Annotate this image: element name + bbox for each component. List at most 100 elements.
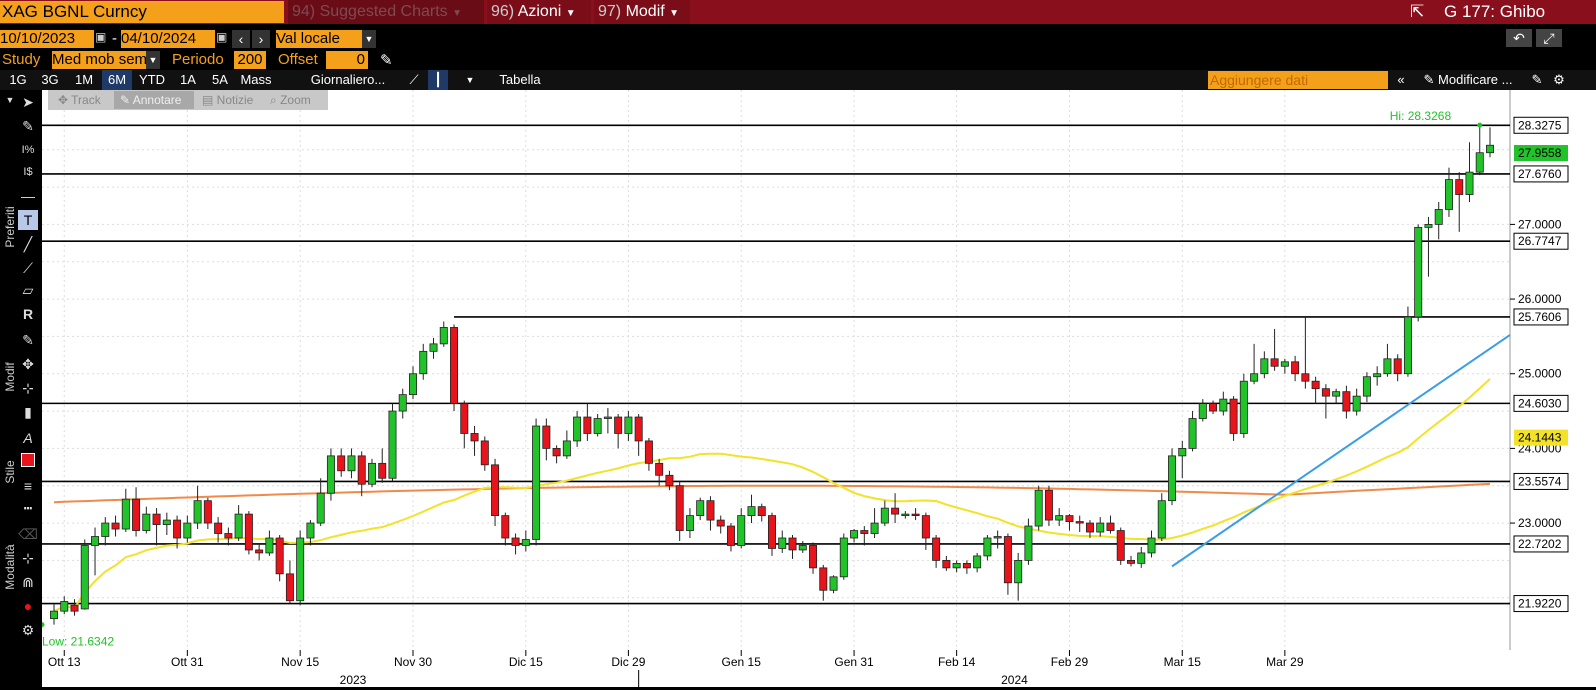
x-tick-label: Feb 29	[1051, 655, 1089, 669]
chevron-down-icon[interactable]: ▼	[462, 70, 478, 90]
range-button-5a[interactable]: 5A	[204, 70, 236, 90]
candle-body	[491, 464, 500, 516]
candle-body	[1486, 144, 1494, 154]
trendline-icon[interactable]: ╱	[18, 234, 38, 254]
candle-body	[1137, 552, 1146, 564]
candle-body	[214, 522, 223, 534]
year-label: 2023	[340, 673, 367, 687]
candle-body	[450, 327, 459, 405]
add-point-icon[interactable]: ⊹	[18, 378, 38, 398]
chevron-down-icon[interactable]: ▼	[146, 51, 160, 69]
candle-body	[911, 513, 920, 517]
pencil-icon[interactable]: ✎	[380, 51, 393, 69]
candle-body	[696, 500, 705, 516]
color-swatch-icon[interactable]	[18, 452, 38, 472]
eraser-icon[interactable]: ⌫	[18, 524, 38, 544]
modify-button[interactable]: ✎ Modificare ...	[1414, 70, 1522, 90]
period-field[interactable]: 200	[234, 51, 266, 69]
y-tick-label: 23.0000	[1518, 516, 1562, 530]
line-weight-icon[interactable]: ≡	[18, 476, 38, 496]
candle-body	[121, 498, 130, 530]
modif-menu[interactable]: 97) Modif ▼	[594, 0, 690, 24]
candle-body	[60, 601, 69, 612]
candle-body	[173, 519, 182, 539]
azioni-menu[interactable]: 96) Azioni ▼	[487, 0, 591, 24]
edit-icon[interactable]: ✎	[1528, 70, 1546, 90]
candle-body	[542, 425, 551, 449]
prev-arrow-icon[interactable]: ‹	[232, 30, 250, 48]
candle-body	[583, 416, 592, 434]
undo-icon[interactable]: ↶	[1506, 29, 1532, 47]
calendar-icon[interactable]: ▣	[216, 30, 227, 44]
price-chart[interactable]: 23.000024.000025.000026.000027.000028.32…	[39, 90, 1596, 687]
line-style-icon[interactable]: ┅	[18, 498, 38, 518]
currency-select[interactable]: Val locale ▼	[276, 30, 376, 48]
study-select[interactable]: Med mob sem	[52, 51, 160, 69]
ray-icon[interactable]: ⟋	[18, 258, 38, 278]
range-button-ytd[interactable]: YTD	[132, 70, 172, 90]
collapse-icon[interactable]: «	[1392, 70, 1410, 90]
gear-icon[interactable]: ⚙	[18, 620, 38, 640]
magnet-icon[interactable]: ⋒	[18, 572, 38, 592]
start-date-field[interactable]: 10/10/2023	[0, 30, 94, 48]
pointer-icon[interactable]: ➤	[18, 92, 38, 112]
text-icon[interactable]: T	[18, 210, 38, 230]
annotate-button[interactable]: ✎ Annotare	[120, 93, 182, 107]
x-tick-label: Nov 15	[281, 655, 319, 669]
candle-body	[439, 327, 448, 345]
candle-chart-icon[interactable]: ┃	[428, 70, 448, 90]
y-tick-label: 25.0000	[1518, 367, 1562, 381]
calendar-icon[interactable]: ▣	[95, 30, 106, 44]
range-button-1g[interactable]: 1G	[2, 70, 34, 90]
candle-body	[993, 536, 1002, 539]
candle-body	[1280, 361, 1289, 367]
track-button[interactable]: ✥ Track	[58, 93, 102, 107]
suggested-charts-menu[interactable]: 94) Suggested Charts ▼	[288, 0, 484, 24]
offset-field[interactable]: 0	[326, 51, 368, 69]
line-chart-icon[interactable]: ⟋	[404, 70, 424, 90]
palette-icon[interactable]: ●	[18, 596, 38, 616]
gear-icon[interactable]: ⚙	[1550, 70, 1568, 90]
move-icon[interactable]: ✥	[18, 354, 38, 374]
candle-body	[152, 513, 161, 525]
pencil-icon: ✎	[1423, 72, 1435, 87]
channel-icon[interactable]: ▱	[18, 280, 38, 300]
candle-body	[511, 537, 520, 546]
date-row: 10/10/2023 ▣ - 04/10/2024 ▣ ‹ › Val loca…	[0, 26, 1596, 50]
expand-icon[interactable]: ⤢	[1536, 29, 1562, 47]
table-button[interactable]: Tabella	[488, 70, 552, 90]
chart-area[interactable]: 23.0000 24.0000 25.0000 26.0000 27.0000 28.32…	[39, 90, 1596, 687]
trash-icon[interactable]: ▮	[18, 402, 38, 422]
candle-body	[306, 522, 315, 539]
next-arrow-icon[interactable]: ›	[252, 30, 270, 48]
ticker-field[interactable]: XAG BGNL Curncy	[0, 1, 284, 23]
zoom-button[interactable]: ⌕ Zoom	[270, 93, 311, 107]
font-icon[interactable]: A	[18, 428, 38, 448]
range-button-1a[interactable]: 1A	[172, 70, 204, 90]
range-button-1m[interactable]: 1M	[66, 70, 102, 90]
pen-icon[interactable]: ✎	[18, 330, 38, 350]
draw-icon[interactable]: ✎	[18, 116, 38, 136]
range-button-6m[interactable]: 6M	[102, 70, 132, 90]
add-data-input[interactable]: Aggiungere dati	[1208, 71, 1388, 89]
end-date-field[interactable]: 04/10/2024	[121, 30, 215, 48]
horizontal-line-icon[interactable]: —	[18, 186, 38, 206]
range-button-mass[interactable]: Mass	[236, 70, 276, 90]
range-button-3g[interactable]: 3G	[34, 70, 66, 90]
candle-body	[1127, 559, 1135, 564]
candle-body	[1106, 522, 1115, 531]
collapse-arrow-icon[interactable]: ▼	[0, 90, 20, 110]
crosshair-icon[interactable]: ⊹	[18, 548, 38, 568]
regression-icon[interactable]: R	[18, 304, 38, 324]
frequency-select[interactable]: Giornaliero...	[304, 70, 392, 90]
stile-label: Stile	[3, 460, 17, 484]
candle-body	[1342, 391, 1351, 412]
candle-body	[757, 506, 766, 517]
percent-scale-icon[interactable]: I%	[18, 140, 38, 160]
menu-label: Suggested Charts	[319, 3, 448, 20]
menu-num: 96)	[491, 3, 515, 20]
news-button[interactable]: ▤ Notizie	[202, 93, 254, 107]
candle-body	[1188, 418, 1197, 449]
dollar-scale-icon[interactable]: I$	[18, 162, 38, 182]
popout-icon[interactable]: ⇱	[1410, 2, 1424, 22]
